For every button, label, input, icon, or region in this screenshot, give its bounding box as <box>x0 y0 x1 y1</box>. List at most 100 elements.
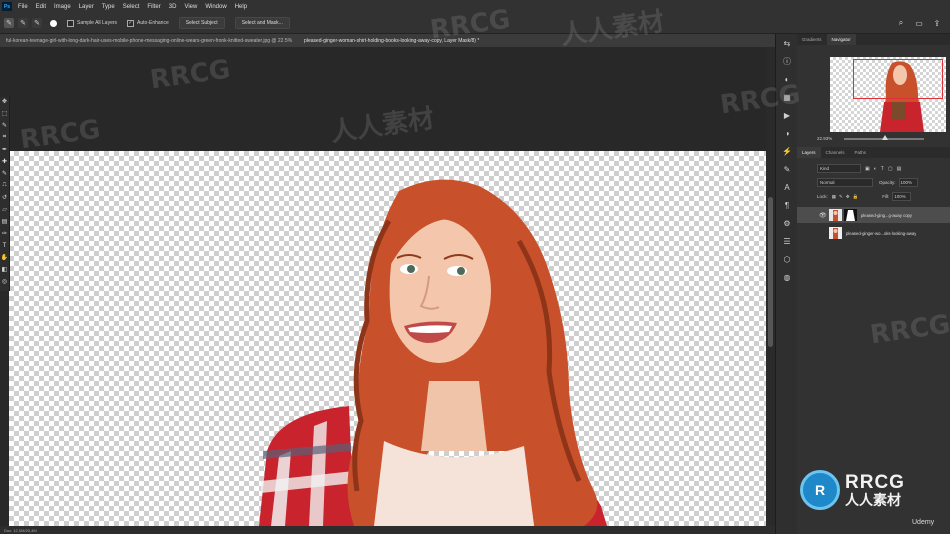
properties-icon[interactable]: ☰ <box>776 232 798 250</box>
quick-select-tool-icon[interactable]: ✎ <box>0 121 9 130</box>
color-icon[interactable]: ◐ <box>776 70 798 88</box>
tools-panel: ✥ ⬚ ✎ ⌗ ✒ ✚ ✎ ⎍ ↺ ▱ ▤ ✑ T ✋ ◧ ◎ <box>0 97 10 291</box>
lock-position-icon[interactable]: ✥ <box>846 194 850 200</box>
fill-field[interactable]: 100% <box>892 192 912 201</box>
adjustments-icon[interactable]: ◑ <box>776 124 798 142</box>
blend-mode-select[interactable]: Normal <box>817 178 873 187</box>
filter-image-icon[interactable]: ▣ <box>865 166 870 172</box>
menu-help[interactable]: Help <box>231 4 251 10</box>
eraser-tool-icon[interactable]: ▱ <box>0 205 9 214</box>
stamp-tool-icon[interactable]: ⎍ <box>0 181 9 190</box>
move-tool-icon[interactable]: ✥ <box>0 97 9 106</box>
search-icon[interactable]: ⌕ <box>896 18 906 28</box>
scrollbar-thumb[interactable] <box>768 197 773 347</box>
navigator-zoom-value[interactable]: 22.93% <box>817 136 832 141</box>
clone-source-icon[interactable]: ⚙ <box>776 214 798 232</box>
layers-panel: Layers Channels Paths Kind ▣ ◐ T ▢ ▤ Nor… <box>797 147 950 241</box>
document-tab[interactable]: ful-korean-teenage-girl-with-long-dark-h… <box>0 38 298 44</box>
navigator-zoom-slider[interactable] <box>844 134 925 140</box>
3d-icon[interactable]: ⬡ <box>776 250 798 268</box>
workspace-icon[interactable]: ▭ <box>914 18 924 28</box>
layer-name[interactable]: pleased-ginger-wo...oks-looking-away <box>846 231 916 236</box>
menu-edit[interactable]: Edit <box>32 4 50 10</box>
color-swatches-icon[interactable]: ◧ <box>0 265 9 274</box>
info-icon[interactable]: ⓘ <box>776 52 798 70</box>
type-tool-icon[interactable]: T <box>0 241 9 250</box>
navigator-thumbnail[interactable] <box>830 57 946 132</box>
layer-thumb-image <box>833 210 838 221</box>
brush-size-icon[interactable] <box>50 19 57 27</box>
layer-name[interactable]: pleased-ging...g-away copy <box>861 213 931 218</box>
document-tab-active[interactable]: pleased-ginger-woman-shirt-holding-books… <box>298 38 485 44</box>
crop-tool-icon[interactable]: ⌗ <box>0 133 9 142</box>
rrcg-logo-icon: R <box>800 470 840 510</box>
layers-tabs: Layers Channels Paths <box>797 147 950 158</box>
menu-type[interactable]: Type <box>98 4 119 10</box>
opacity-label: Opacity: <box>879 180 896 185</box>
tab-gradients[interactable]: Gradients <box>797 34 827 45</box>
menu-layer[interactable]: Layer <box>75 4 98 10</box>
eye-icon[interactable]: 👁 <box>819 212 827 219</box>
filter-type-icon[interactable]: T <box>881 166 884 172</box>
lock-all-icon[interactable]: 🔒 <box>853 194 859 200</box>
auto-enhance-checkbox[interactable]: ✓ Auto-Enhance <box>127 19 169 27</box>
tab-paths[interactable]: Paths <box>850 147 872 158</box>
navigator-tabs: Gradients Navigator <box>797 34 950 45</box>
select-subject-button[interactable]: Select Subject <box>178 17 225 29</box>
libraries-icon[interactable]: ◍ <box>776 268 798 286</box>
share-icon[interactable]: ⇪ <box>932 18 942 28</box>
sample-all-layers-label: Sample All Layers <box>77 20 118 26</box>
opacity-field[interactable]: 100% <box>898 178 918 187</box>
filter-shape-icon[interactable]: ▢ <box>888 166 893 172</box>
quick-mask-icon[interactable]: ◎ <box>0 277 9 286</box>
play-icon[interactable]: ▶ <box>776 106 798 124</box>
menu-view[interactable]: View <box>180 4 201 10</box>
tab-navigator[interactable]: Navigator <box>826 34 856 45</box>
hand-tool-icon[interactable]: ✋ <box>0 253 9 262</box>
vertical-scrollbar[interactable] <box>766 47 775 526</box>
menu-image[interactable]: Image <box>50 4 75 10</box>
tab-layers[interactable]: Layers <box>797 147 821 158</box>
checkbox-icon <box>67 19 74 27</box>
pen-tool-icon[interactable]: ✑ <box>0 229 9 238</box>
layer-thumbnail <box>829 209 842 221</box>
sample-all-layers-checkbox[interactable]: Sample All Layers <box>67 19 118 27</box>
add-to-selection-icon[interactable]: ✎ <box>18 18 28 28</box>
select-and-mask-button[interactable]: Select and Mask... <box>234 17 290 29</box>
paragraph-icon[interactable]: ¶ <box>776 196 798 214</box>
layer-mask-thumbnail[interactable] <box>844 209 857 221</box>
healing-tool-icon[interactable]: ✚ <box>0 157 9 166</box>
character-icon[interactable]: A <box>776 178 798 196</box>
document-canvas[interactable] <box>9 151 766 526</box>
menu-file[interactable]: File <box>14 4 32 10</box>
navigator-view-box[interactable] <box>853 59 943 99</box>
styles-icon[interactable]: ⚡ <box>776 142 798 160</box>
menu-3d[interactable]: 3D <box>165 4 181 10</box>
options-bar: ✎ ✎ ✎ Sample All Layers ✓ Auto-Enhance S… <box>0 13 950 34</box>
gradient-tool-icon[interactable]: ▤ <box>0 217 9 226</box>
filter-adjustment-icon[interactable]: ◐ <box>874 166 877 172</box>
menu-select[interactable]: Select <box>119 4 144 10</box>
lock-paint-icon[interactable]: ✎ <box>839 194 843 200</box>
photoshop-logo[interactable]: Ps <box>2 2 12 11</box>
swatches-icon[interactable]: ▦ <box>776 88 798 106</box>
layer-row-selected[interactable]: 👁 pleased-ging...g-away copy <box>797 207 950 223</box>
eyedropper-tool-icon[interactable]: ✒ <box>0 145 9 154</box>
subtract-from-selection-icon[interactable]: ✎ <box>32 18 42 28</box>
slider-knob-icon[interactable] <box>882 134 889 140</box>
menu-filter[interactable]: Filter <box>143 4 164 10</box>
marquee-tool-icon[interactable]: ⬚ <box>0 109 9 118</box>
navigator-zoom-row: 22.93% <box>817 134 950 141</box>
brush-tool-icon[interactable]: ✎ <box>0 169 9 178</box>
lock-pixels-icon[interactable]: ▦ <box>832 194 836 200</box>
menu-window[interactable]: Window <box>201 4 230 10</box>
filter-smart-icon[interactable]: ▤ <box>897 166 902 172</box>
history-brush-icon[interactable]: ↺ <box>0 193 9 202</box>
panel-icon-strip: ⇆ ⓘ ◐ ▦ ▶ ◑ ⚡ ✎ A ¶ ⚙ ☰ ⬡ ◍ <box>775 34 799 534</box>
brushes-icon[interactable]: ✎ <box>776 160 798 178</box>
filter-kind-select[interactable]: Kind <box>817 164 861 173</box>
tab-channels[interactable]: Channels <box>821 147 850 158</box>
quick-selection-tool-icon[interactable]: ✎ <box>4 18 14 28</box>
layer-row[interactable]: pleased-ginger-wo...oks-looking-away <box>797 225 950 241</box>
history-icon[interactable]: ⇆ <box>776 34 798 52</box>
